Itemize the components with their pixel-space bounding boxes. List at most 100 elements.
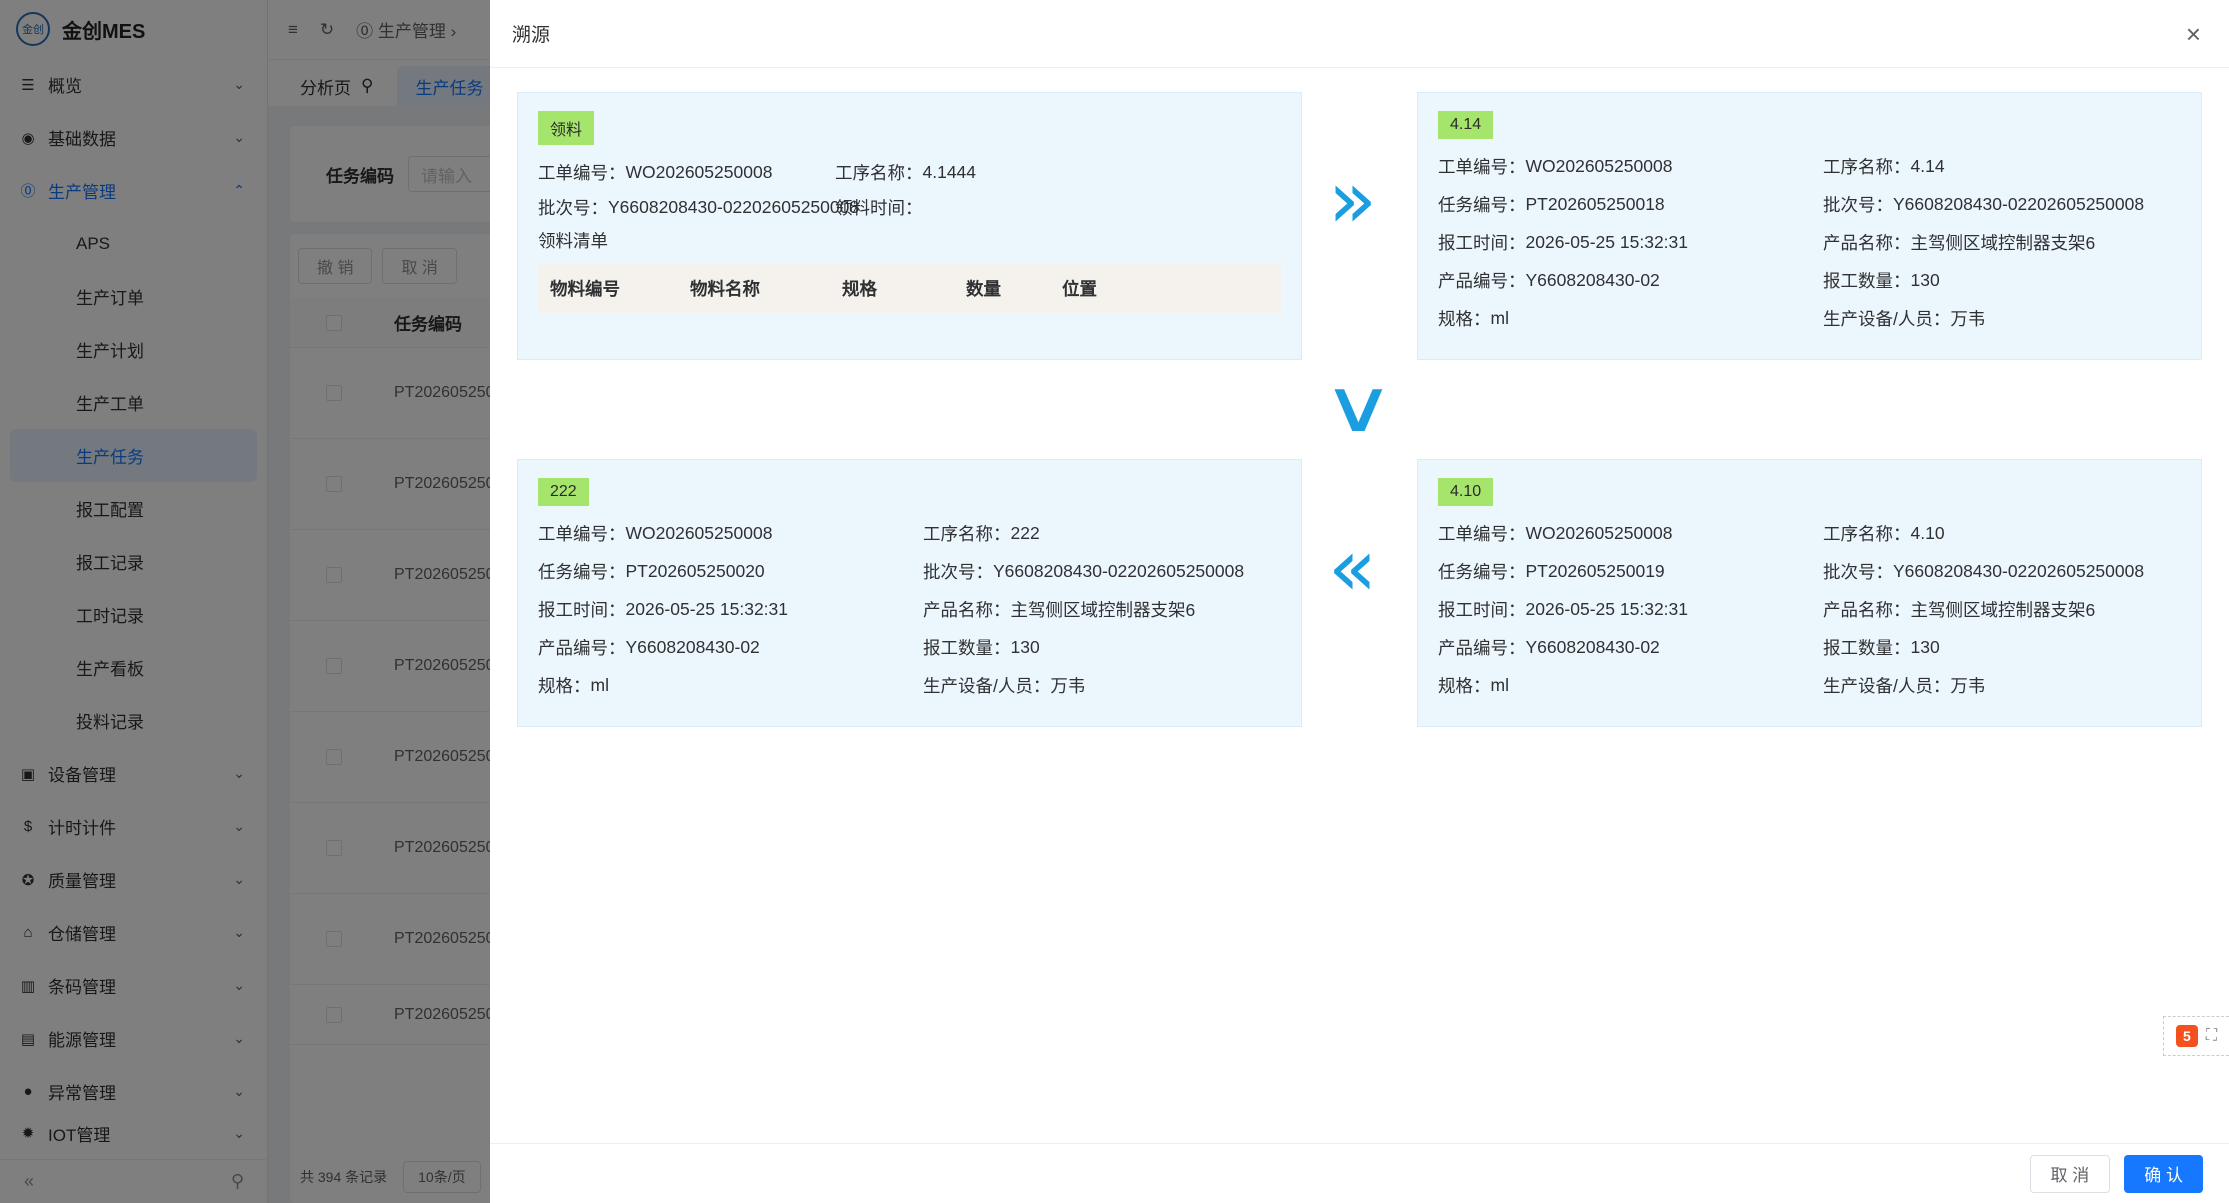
field-label: 产品名称：: [923, 599, 1011, 620]
field-product-code: 产品编号： Y6608208430-02: [1438, 261, 1823, 299]
field-product-code: 产品编号： Y6608208430-02: [1438, 628, 1823, 666]
confirm-button[interactable]: 确 认: [2124, 1154, 2203, 1193]
field-value: 主驾侧区域控制器支架6: [1910, 599, 2096, 620]
field-pick-time: 领料时间：: [835, 191, 1281, 223]
field-value: 主驾侧区域控制器支架6: [1910, 232, 2096, 253]
field-label: 批次号：: [1823, 194, 1893, 215]
field-label: 生产设备/人员：: [1823, 308, 1951, 329]
expand-icon: ⛶: [2205, 1027, 2218, 1044]
field-device-person: 生产设备/人员： 万韦: [1823, 666, 2181, 704]
col-material-code: 物料编号: [550, 278, 620, 299]
field-label: 任务编号：: [1438, 561, 1526, 582]
field-label: 报工时间：: [1438, 232, 1526, 253]
field-value: Y6608208430-02202605250008: [1893, 193, 2145, 214]
material-table-header: 物料编号 物料名称 规格 数量 位置: [538, 263, 1281, 313]
field-report-qty: 报工数量： 130: [1823, 628, 2181, 666]
cancel-button[interactable]: 取 消: [2029, 1154, 2111, 1193]
field-value: Y6608208430-02: [625, 636, 760, 657]
field-label: 工序名称：: [1823, 156, 1911, 177]
field-product-name: 产品名称： 主驾侧区域控制器支架6: [1823, 223, 2181, 261]
field-label: 生产设备/人员：: [1823, 675, 1951, 696]
field-report-time: 报工时间： 2026-05-25 15:32:31: [538, 590, 923, 628]
field-value: ml: [1490, 674, 1509, 695]
field-label: 报工时间：: [538, 599, 626, 620]
field-product-name: 产品名称： 主驾侧区域控制器支架6: [923, 590, 1281, 628]
field-label: 批次号：: [1823, 561, 1893, 582]
card-tag: 领料: [538, 111, 595, 145]
field-batch: 批次号： Y6608208430-02202605250008: [538, 191, 859, 223]
field-label: 生产设备/人员：: [923, 675, 1051, 696]
field-value: 主驾侧区域控制器支架6: [1010, 599, 1196, 620]
arrow-right-icon: »: [1328, 153, 1377, 246]
field-label: 报工数量：: [1823, 637, 1911, 658]
field-label: 任务编号：: [1438, 194, 1526, 215]
card-fields: 工单编号： WO202605250008 工序名称： 4.14 任务编号： PT202…: [1438, 147, 2181, 337]
field-label: 工单编号：: [1438, 156, 1526, 177]
field-value: PT202605250020: [625, 560, 765, 581]
field-value: 130: [1910, 269, 1940, 290]
field-value: Y6608208430-02202605250008: [608, 196, 860, 217]
field-device-person: 生产设备/人员： 万韦: [1823, 299, 2181, 337]
trace-card-process-4-10: 4.10 工单编号： WO202605250008 工序名称： 4.10 任务编号：…: [1417, 459, 2202, 727]
field-process: 工序名称： 4.14: [1823, 147, 2181, 185]
field-task-no: 任务编号： PT202605250020: [538, 552, 923, 590]
field-value: 2026-05-25 15:32:31: [625, 598, 789, 619]
field-label: 工序名称：: [923, 523, 1011, 544]
field-label: 产品名称：: [1823, 599, 1911, 620]
field-label: 工序名称：: [1823, 523, 1911, 544]
card-fields: 工单编号： WO202605250008 工序名称： 4.10 任务编号： PT202…: [1438, 514, 2181, 704]
card-tag: 222: [538, 478, 589, 506]
card-fields: 工单编号： WO202605250008 工序名称： 222 任务编号： PT2026…: [538, 514, 1281, 704]
field-label: 产品编号：: [538, 637, 626, 658]
field-value: PT202605250019: [1525, 560, 1665, 581]
field-value: ml: [1490, 307, 1509, 328]
close-icon[interactable]: ×: [2186, 21, 2201, 47]
field-value: 130: [1010, 636, 1040, 657]
card-tag: 4.10: [1438, 478, 1494, 506]
field-label: 规格：: [1438, 308, 1491, 329]
trace-card-process-4-14: 4.14 工单编号： WO202605250008 工序名称： 4.14 任务编号：…: [1417, 92, 2202, 360]
field-device-person: 生产设备/人员： 万韦: [923, 666, 1281, 704]
material-list-title: 领料清单: [538, 230, 608, 251]
field-label: 工序名称：: [835, 162, 923, 183]
field-work-order: 工单编号： WO202605250008: [538, 514, 923, 552]
field-label: 批次号：: [538, 197, 608, 218]
field-value: 4.10: [1910, 522, 1945, 543]
field-label: 领料时间：: [835, 197, 923, 218]
field-label: 报工时间：: [1438, 599, 1526, 620]
field-label: 任务编号：: [538, 561, 626, 582]
field-product-name: 产品名称： 主驾侧区域控制器支架6: [1823, 590, 2181, 628]
field-value: PT202605250018: [1525, 193, 1665, 214]
field-label: 工单编号：: [1438, 523, 1526, 544]
field-report-qty: 报工数量： 130: [1823, 261, 2181, 299]
field-value: Y6608208430-02: [1525, 636, 1660, 657]
html5-icon: 5: [2175, 1025, 2198, 1047]
field-value: WO202605250008: [1525, 522, 1673, 543]
field-label: 批次号：: [923, 561, 993, 582]
field-value: 222: [1010, 522, 1040, 543]
col-material-name: 物料名称: [690, 278, 760, 299]
col-spec: 规格: [842, 278, 877, 299]
field-report-qty: 报工数量： 130: [923, 628, 1281, 666]
field-process: 工序名称： 4.10: [1823, 514, 2181, 552]
field-label: 工单编号：: [538, 523, 626, 544]
arrow-left-icon: «: [1328, 521, 1377, 614]
floating-tool[interactable]: 5 ⛶: [2163, 1016, 2229, 1056]
field-value: ml: [590, 674, 609, 695]
field-task-no: 任务编号： PT202605250019: [1438, 552, 1823, 590]
field-batch: 批次号： Y6608208430-02202605250008: [1823, 185, 2181, 223]
card-tag: 4.14: [1438, 111, 1494, 139]
field-value: 2026-05-25 15:32:31: [1525, 598, 1689, 619]
field-value: Y6608208430-02202605250008: [1893, 560, 2145, 581]
field-value: WO202605250008: [1525, 155, 1673, 176]
field-value: 4.14: [1910, 155, 1945, 176]
drawer-footer: 取 消 确 认: [490, 1143, 2229, 1203]
field-value: Y6608208430-02: [1525, 269, 1660, 290]
trace-card-process-222: 222 工单编号： WO202605250008 工序名称： 222 任务编号： PT…: [517, 459, 1302, 727]
field-spec: 规格： ml: [1438, 666, 1823, 704]
field-spec: 规格： ml: [538, 666, 923, 704]
field-work-order: 工单编号： WO202605250008: [538, 153, 835, 191]
field-work-order: 工单编号： WO202605250008: [1438, 514, 1823, 552]
field-value: WO202605250008: [625, 161, 773, 182]
card-fields: 工单编号： WO202605250008 工序名称： 4.1444 批次号： Y660…: [538, 153, 1281, 223]
